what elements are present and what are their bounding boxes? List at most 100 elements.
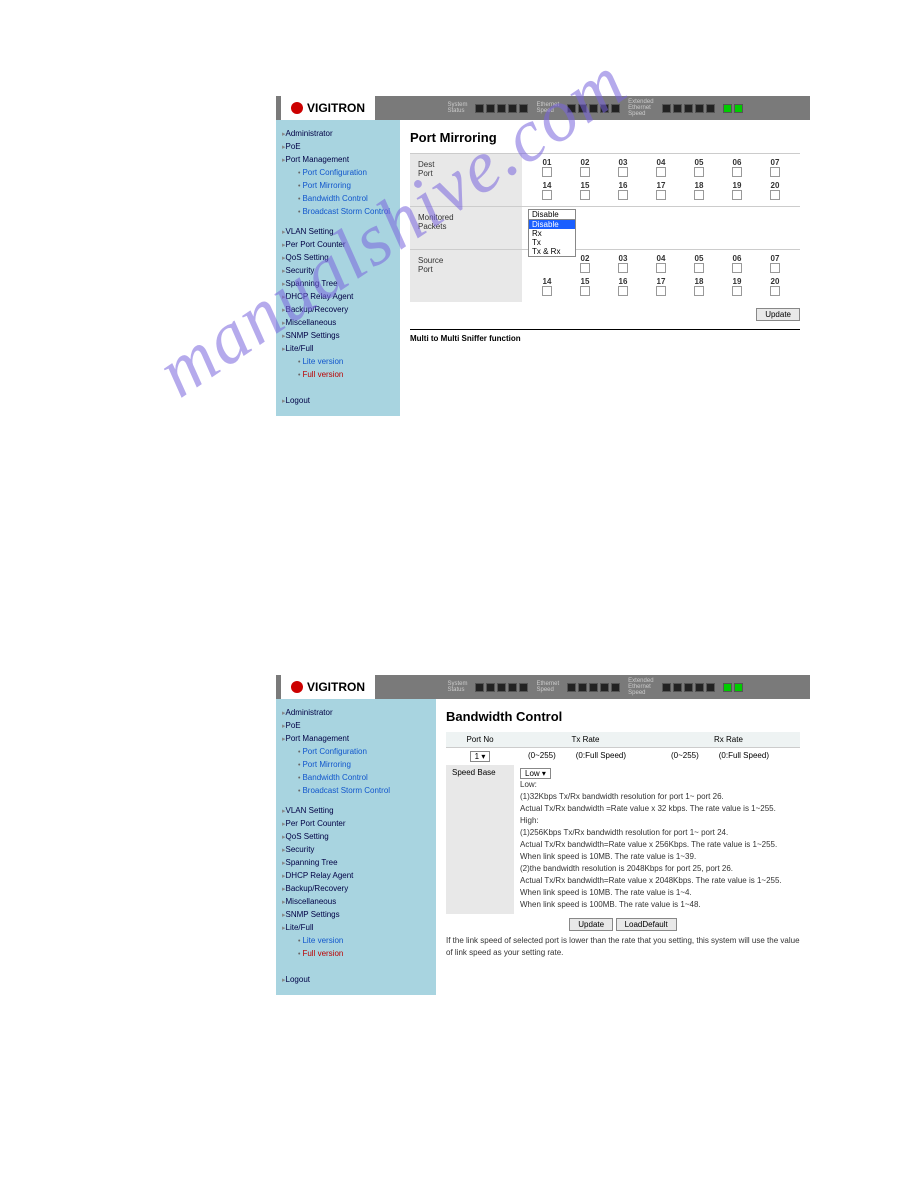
nav-port-management[interactable]: Port Management — [282, 154, 394, 166]
nav-per-port-counter[interactable]: Per Port Counter — [282, 818, 430, 830]
nav-port-config[interactable]: Port Configuration — [298, 746, 430, 758]
rx-full: (0:Full Speed) — [713, 748, 800, 766]
nav-lite-version[interactable]: Lite version — [298, 356, 394, 368]
bandwidth-table: Port No Tx Rate Rx Rate 1 ▾ (0~255) (0:F… — [446, 732, 800, 914]
nav-poe[interactable]: PoE — [282, 720, 430, 732]
src-checkbox[interactable] — [580, 263, 590, 273]
nav-port-management[interactable]: Port Management — [282, 733, 430, 745]
nav-spanning-tree[interactable]: Spanning Tree — [282, 857, 430, 869]
nav-port-mirroring[interactable]: Port Mirroring — [298, 180, 394, 192]
sniffer-label: Multi to Multi Sniffer function — [410, 329, 800, 343]
nav-lite-version[interactable]: Lite version — [298, 935, 430, 947]
src-checkbox[interactable] — [580, 286, 590, 296]
led-group-label: ExtendedEthernetSpeed — [628, 99, 653, 117]
src-checkbox[interactable] — [618, 263, 628, 273]
select-option[interactable]: Disable — [529, 220, 575, 229]
dest-checkbox[interactable] — [694, 167, 704, 177]
nav-qos[interactable]: QoS Setting — [282, 252, 394, 264]
nav-bandwidth-control[interactable]: Bandwidth Control — [298, 193, 394, 205]
nav-full-version[interactable]: Full version — [298, 948, 430, 960]
nav-lite-full[interactable]: Lite/Full — [282, 343, 394, 355]
led-group-label: EthernetSpeed — [536, 102, 559, 114]
speed-base-select[interactable]: Low ▾ — [520, 768, 551, 779]
nav-lite-full[interactable]: Lite/Full — [282, 922, 430, 934]
brand-logo: VIGITRON — [281, 675, 375, 699]
nav-snmp[interactable]: SNMP Settings — [282, 909, 430, 921]
nav-backup-recovery[interactable]: Backup/Recovery — [282, 883, 430, 895]
src-checkbox[interactable] — [732, 263, 742, 273]
dest-checkbox[interactable] — [694, 190, 704, 200]
nav-logout[interactable]: Logout — [282, 395, 394, 407]
port-select[interactable]: 1 ▾ — [470, 751, 491, 762]
src-checkbox[interactable] — [618, 286, 628, 296]
led-group-label: SystemStatus — [447, 102, 467, 114]
main-panel: Port Mirroring Dest Port 01 02 03 04 05 … — [400, 120, 810, 416]
src-checkbox[interactable] — [656, 263, 666, 273]
nav-miscellaneous[interactable]: Miscellaneous — [282, 317, 394, 329]
tx-full: (0:Full Speed) — [570, 748, 657, 766]
nav-poe[interactable]: PoE — [282, 141, 394, 153]
logo-icon — [291, 102, 303, 114]
col-rx: Rx Rate — [657, 732, 800, 748]
dest-checkbox[interactable] — [618, 167, 628, 177]
src-checkbox[interactable] — [770, 286, 780, 296]
nav-security[interactable]: Security — [282, 844, 430, 856]
screenshot-bandwidth-control: VIGITRON SystemStatus EthernetSpeed Exte… — [276, 675, 810, 940]
col-tx: Tx Rate — [514, 732, 657, 748]
nav-port-mirroring[interactable]: Port Mirroring — [298, 759, 430, 771]
load-default-button[interactable]: LoadDefault — [616, 918, 677, 931]
select-option[interactable]: Rx — [529, 229, 575, 238]
dest-port-label: Dest Port — [410, 154, 522, 206]
nav-bandwidth-control[interactable]: Bandwidth Control — [298, 772, 430, 784]
src-checkbox[interactable] — [542, 286, 552, 296]
dest-checkbox[interactable] — [542, 190, 552, 200]
nav-miscellaneous[interactable]: Miscellaneous — [282, 896, 430, 908]
nav-snmp[interactable]: SNMP Settings — [282, 330, 394, 342]
dest-checkbox[interactable] — [770, 167, 780, 177]
update-button[interactable]: Update — [569, 918, 613, 931]
dest-checkbox[interactable] — [732, 190, 742, 200]
nav-broadcast-storm[interactable]: Broadcast Storm Control — [298, 785, 430, 797]
nav-logout[interactable]: Logout — [282, 974, 430, 986]
device-header: VIGITRON SystemStatus EthernetSpeed Exte… — [276, 675, 810, 699]
led-panel: SystemStatus EthernetSpeed ExtendedEther… — [380, 675, 810, 699]
nav-dhcp-relay[interactable]: DHCP Relay Agent — [282, 870, 430, 882]
select-option[interactable]: Tx — [529, 238, 575, 247]
brand-text: VIGITRON — [307, 680, 365, 694]
device-header: VIGITRON SystemStatus EthernetSpeed Exte… — [276, 96, 810, 120]
dest-checkbox[interactable] — [580, 190, 590, 200]
nav-spanning-tree[interactable]: Spanning Tree — [282, 278, 394, 290]
nav-security[interactable]: Security — [282, 265, 394, 277]
nav-dhcp-relay[interactable]: DHCP Relay Agent — [282, 291, 394, 303]
src-checkbox[interactable] — [694, 263, 704, 273]
nav-full-version[interactable]: Full version — [298, 369, 394, 381]
nav-per-port-counter[interactable]: Per Port Counter — [282, 239, 394, 251]
brand-text: VIGITRON — [307, 101, 365, 115]
src-checkbox[interactable] — [656, 286, 666, 296]
dest-checkbox[interactable] — [580, 167, 590, 177]
update-button[interactable]: Update — [756, 308, 800, 321]
brand-logo: VIGITRON — [281, 96, 375, 120]
dest-checkbox[interactable] — [656, 190, 666, 200]
nav-administrator[interactable]: Administrator — [282, 128, 394, 140]
nav-vlan[interactable]: VLAN Setting — [282, 226, 394, 238]
nav-backup-recovery[interactable]: Backup/Recovery — [282, 304, 394, 316]
dest-checkbox[interactable] — [656, 167, 666, 177]
src-checkbox[interactable] — [694, 286, 704, 296]
nav-port-config[interactable]: Port Configuration — [298, 167, 394, 179]
dest-checkbox[interactable] — [770, 190, 780, 200]
page-title: Port Mirroring — [410, 130, 800, 145]
src-checkbox[interactable] — [732, 286, 742, 296]
rx-range: (0~255) — [657, 748, 713, 766]
dest-checkbox[interactable] — [542, 167, 552, 177]
sidebar: Administrator PoE Port Management Port C… — [276, 120, 400, 416]
nav-qos[interactable]: QoS Setting — [282, 831, 430, 843]
src-checkbox[interactable] — [770, 263, 780, 273]
tx-range: (0~255) — [514, 748, 570, 766]
nav-vlan[interactable]: VLAN Setting — [282, 805, 430, 817]
logo-icon — [291, 681, 303, 693]
nav-broadcast-storm[interactable]: Broadcast Storm Control — [298, 206, 394, 218]
dest-checkbox[interactable] — [732, 167, 742, 177]
dest-checkbox[interactable] — [618, 190, 628, 200]
nav-administrator[interactable]: Administrator — [282, 707, 430, 719]
